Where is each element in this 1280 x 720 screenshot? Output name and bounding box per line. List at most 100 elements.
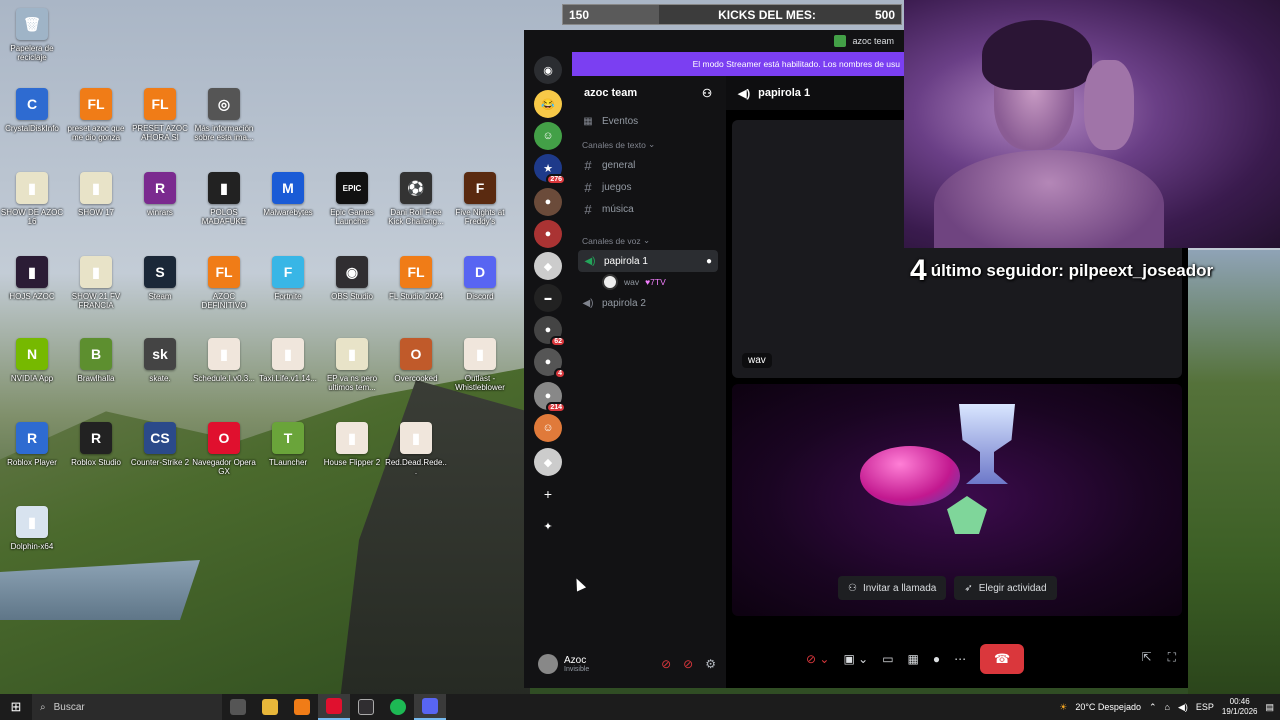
- gem-illustration: [947, 496, 987, 534]
- notifications-icon[interactable]: ▤: [1265, 702, 1274, 713]
- camera-off-icon[interactable]: ▣ ⌄: [843, 652, 868, 666]
- server-icon[interactable]: ☺: [534, 414, 562, 442]
- desktop-icon[interactable]: ▮ House Flipper 2: [320, 422, 384, 467]
- server-icon[interactable]: ● 62: [534, 316, 566, 347]
- channel-general[interactable]: # general: [572, 154, 724, 176]
- volume-icon[interactable]: ◀): [1178, 702, 1188, 713]
- desktop-icon[interactable]: ▮ Dolphin-x64: [0, 506, 64, 551]
- desktop-icon[interactable]: ▮ Red.Dead.Rede...: [384, 422, 448, 476]
- desktop-icon[interactable]: ▮ HOJS AZOC: [0, 256, 64, 301]
- voice-channel-papirola-1[interactable]: ◀) papirola 1 ●: [578, 250, 718, 272]
- file-explorer-icon[interactable]: [254, 694, 286, 720]
- desktop-icon[interactable]: ▮ EP va ns pero ultimos tem...: [320, 338, 384, 392]
- discord-taskbar-icon[interactable]: [414, 694, 446, 720]
- desktop-icon[interactable]: F Fortnite: [256, 256, 320, 301]
- soundboard-icon[interactable]: ●: [933, 652, 940, 666]
- gear-icon[interactable]: ⚙: [705, 657, 716, 671]
- add-member-icon[interactable]: ⚇: [702, 87, 712, 100]
- deafen-icon[interactable]: ⊘: [683, 657, 693, 671]
- server-icon[interactable]: ●: [534, 220, 562, 248]
- desktop-icon[interactable]: ▮ SHOW 21 FV FRANCIA: [64, 256, 128, 310]
- desktop-icon[interactable]: D Discord: [448, 256, 512, 301]
- network-icon[interactable]: ⌂: [1165, 702, 1170, 712]
- invite-to-call-button[interactable]: ⚇ Invitar a llamada: [838, 576, 947, 600]
- show-hidden-icons-icon[interactable]: ⌃: [1149, 702, 1157, 713]
- desktop-icon[interactable]: FL preset azoc que me dio gonza: [64, 88, 128, 142]
- server-icon[interactable]: ★ 276: [534, 154, 566, 185]
- desktop-icon[interactable]: C CrystalDiskInfo: [0, 88, 64, 133]
- desktop-icon[interactable]: EPIC Epic Games Launcher: [320, 172, 384, 226]
- server-icon[interactable]: ● 4: [534, 348, 566, 379]
- events-item[interactable]: ▦ Eventos: [572, 110, 724, 132]
- text-category[interactable]: Canales de texto ⌄: [572, 132, 724, 154]
- mute-mic-icon[interactable]: ⊘: [661, 657, 671, 671]
- weather-text[interactable]: 20°C Despejado: [1075, 702, 1141, 712]
- desktop-icon[interactable]: FL AZOC DEFINITIVO: [192, 256, 256, 310]
- desktop-icon[interactable]: ▮ POLOS MADAFUKE: [192, 172, 256, 226]
- desktop-icon[interactable]: ▮ Outlast - Whistleblower: [448, 338, 512, 392]
- obs-taskbar-icon[interactable]: [350, 694, 382, 720]
- desktop-icon[interactable]: sk skate.: [128, 338, 192, 383]
- desktop-icon[interactable]: FL PRESET AZOC AHORA SI: [128, 88, 192, 142]
- desktop-icon-label: PRESET AZOC AHORA SI: [132, 124, 188, 142]
- fullscreen-icon[interactable]: ⛶: [1168, 650, 1176, 665]
- desktop-icon[interactable]: 🗑 Papelera de reciclaje: [0, 8, 64, 62]
- channel-musica[interactable]: # música: [572, 198, 724, 220]
- desktop-icon[interactable]: ⚽ Dani Roll Free Kick Challeng...: [384, 172, 448, 226]
- desktop-icon[interactable]: ▮ SHOW DE AZOC 16: [0, 172, 64, 226]
- desktop-icon[interactable]: ▮ Taxi.Life.v1.14...: [256, 338, 320, 383]
- desktop-icon[interactable]: B Brawlhalla: [64, 338, 128, 383]
- desktop-icon-label: SHOW 17: [77, 208, 114, 217]
- server-icon[interactable]: ●: [534, 188, 562, 216]
- desktop-icon[interactable]: CS Counter-Strike 2: [128, 422, 192, 467]
- mic-muted-icon[interactable]: ⊘ ⌄: [806, 652, 829, 666]
- screen-share-icon[interactable]: ▭: [882, 652, 893, 666]
- channel-juegos[interactable]: # juegos: [572, 176, 724, 198]
- activities-icon[interactable]: ▦: [908, 652, 919, 666]
- guild-header[interactable]: azoc team ⚇: [572, 76, 724, 110]
- search-box[interactable]: ⌕ Buscar: [32, 694, 222, 720]
- desktop-icon[interactable]: F Five Nights at Freddy's: [448, 172, 512, 226]
- desktop-icon[interactable]: O Navegador Opera GX: [192, 422, 256, 476]
- choose-activity-button[interactable]: ➶ Elegir actividad: [954, 576, 1057, 600]
- spotify-taskbar-icon[interactable]: [382, 694, 414, 720]
- desktop-icon[interactable]: ▮ Schedule.I.v0.3...: [192, 338, 256, 383]
- explore-icon[interactable]: ✦: [534, 512, 562, 540]
- desktop-icon[interactable]: T TLauncher: [256, 422, 320, 467]
- popout-icon[interactable]: ⇱: [1142, 650, 1152, 665]
- desktop-icon[interactable]: ◎ Más información sobre esta ima...: [192, 88, 256, 142]
- language-indicator[interactable]: ESP: [1196, 702, 1214, 712]
- hang-up-button[interactable]: ☎: [980, 644, 1025, 674]
- server-icon[interactable]: ☺: [534, 122, 562, 150]
- server-icon[interactable]: 😂: [534, 90, 562, 118]
- desktop-icon[interactable]: N NVIDIA App: [0, 338, 64, 383]
- add-server-icon[interactable]: +: [534, 480, 562, 508]
- discord-home-icon[interactable]: ◉: [534, 56, 562, 84]
- desktop-icon[interactable]: M Malwarebytes: [256, 172, 320, 217]
- fl-studio-taskbar-icon[interactable]: [286, 694, 318, 720]
- desktop-icon[interactable]: ▮ SHOW 17: [64, 172, 128, 217]
- voice-member[interactable]: wav ♥7TV: [572, 272, 724, 292]
- server-icon[interactable]: ● 214: [534, 382, 566, 413]
- server-icon[interactable]: ◆: [534, 252, 562, 280]
- opera-gx-taskbar-icon[interactable]: [318, 694, 350, 720]
- voice-category[interactable]: Canales de voz ⌄: [572, 228, 724, 250]
- desktop-icon[interactable]: FL FL Studio 2024: [384, 256, 448, 301]
- desktop-icon[interactable]: R Roblox Studio: [64, 422, 128, 467]
- desktop-icon[interactable]: ◉ OBS Studio: [320, 256, 384, 301]
- desktop-icon[interactable]: O Overcooked: [384, 338, 448, 383]
- server-icon[interactable]: ◆: [534, 448, 562, 476]
- desktop-icon[interactable]: Rwinrars: [128, 172, 192, 217]
- avatar[interactable]: [538, 654, 558, 674]
- chat-icon[interactable]: ●: [706, 256, 712, 267]
- desktop-icon[interactable]: S Steam: [128, 256, 192, 301]
- windows-start-icon[interactable]: ⊞: [0, 694, 32, 720]
- clock[interactable]: 00:46 19/1/2026: [1222, 697, 1258, 717]
- task-view-icon[interactable]: [222, 694, 254, 720]
- desktop-icon[interactable]: R Roblox Player: [0, 422, 64, 467]
- voice-channel-papirola-2[interactable]: ◀) papirola 2: [572, 292, 724, 314]
- more-icon[interactable]: ⋯: [954, 652, 966, 666]
- desktop-icon-label: Roblox Player: [7, 458, 57, 467]
- football-icon: ⚽: [400, 172, 432, 204]
- server-icon[interactable]: ▬: [534, 284, 562, 312]
